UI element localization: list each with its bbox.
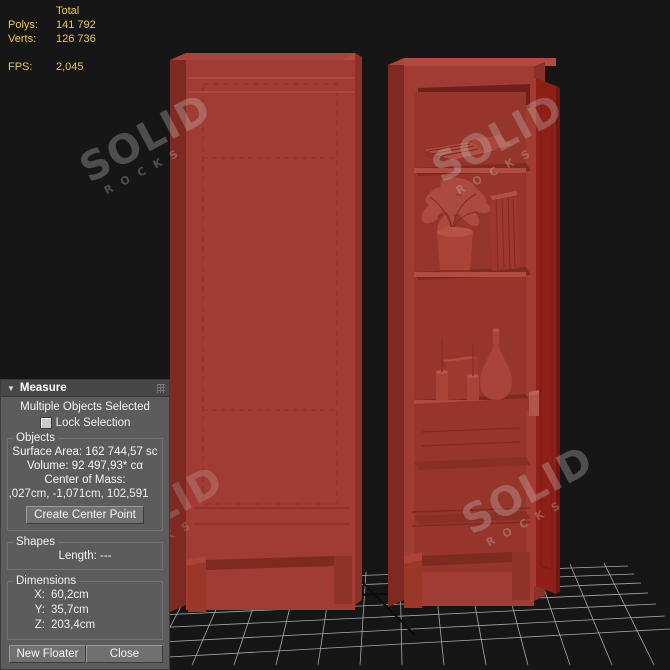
dimension-value: 60,2cm [51, 589, 89, 601]
shapes-group: Shapes Length: --- [7, 536, 163, 570]
fps-value: 2,045 [56, 61, 84, 73]
viewport-statistics: Total Polys: 141 792 Verts: 126 736 FPS:… [8, 4, 96, 74]
dimensions-group: Dimensions X: 60,2cm Y: 35,7cm Z: 203,4c… [7, 575, 163, 640]
stats-row: Verts: 126 736 [8, 32, 96, 46]
verts-value: 126 736 [56, 33, 96, 45]
lock-selection-row[interactable]: Lock Selection [1, 417, 169, 429]
close-button[interactable]: Close [86, 645, 163, 663]
stats-header: Total [56, 5, 80, 17]
new-floater-button[interactable]: New Floater [9, 645, 86, 663]
verts-label: Verts: [8, 33, 37, 45]
dimension-value: 203,4cm [51, 619, 96, 631]
shapes-length-label: Length: [58, 550, 97, 562]
fps-label: FPS: [8, 61, 33, 73]
surface-area-value: Surface Area: 162 744,57 sc [12, 446, 158, 458]
collapse-arrow-icon[interactable]: ▼ [7, 384, 15, 393]
dimensions-group-label: Dimensions [13, 575, 80, 587]
shapes-length-value: --- [100, 550, 112, 562]
dimension-value: 35,7cm [51, 604, 89, 616]
shapes-length-row: Length: --- [12, 549, 158, 563]
panel-title-label: Measure [19, 382, 67, 394]
measure-panel[interactable]: ▼ Measure Multiple Objects Selected Lock… [0, 379, 170, 670]
objects-group-label: Objects [13, 432, 58, 444]
dimension-axis-label: X: [34, 589, 45, 601]
create-center-point-button[interactable]: Create Center Point [26, 506, 144, 524]
dimension-row-x: X: 60,2cm [12, 588, 158, 603]
polys-label: Polys: [8, 19, 38, 31]
lock-selection-checkbox[interactable] [39, 417, 52, 429]
selection-status-label: Multiple Objects Selected [20, 401, 150, 413]
volume-value: Volume: 92 497,93* cα [27, 460, 143, 472]
stats-row-fps: FPS: 2,045 [8, 60, 96, 74]
open-door [529, 78, 560, 594]
panel-button-bar: New Floater Close [1, 645, 169, 663]
center-of-mass-label: Center of Mass: [44, 474, 126, 486]
dimension-axis-label: Z: [34, 619, 45, 631]
resize-grip-icon[interactable] [157, 383, 165, 393]
dimension-row-y: Y: 35,7cm [12, 603, 158, 618]
books-group [490, 191, 519, 271]
center-of-mass-value: ,027cm, -1,071cm, 102,591 [8, 488, 149, 500]
objects-group: Objects Surface Area: 162 744,57 sc Volu… [7, 432, 163, 531]
measure-panel-titlebar[interactable]: ▼ Measure [1, 380, 169, 397]
polys-value: 141 792 [56, 19, 96, 31]
dimension-row-z: Z: 203,4cm [12, 618, 158, 633]
lock-selection-label: Lock Selection [55, 417, 131, 429]
shapes-group-label: Shapes [13, 536, 59, 548]
dimension-axis-label: Y: [34, 604, 45, 616]
stats-row: Polys: 141 792 [8, 18, 96, 32]
app-root: SOLID R O C K S SOLID R O C K S SOLID R … [0, 0, 670, 670]
